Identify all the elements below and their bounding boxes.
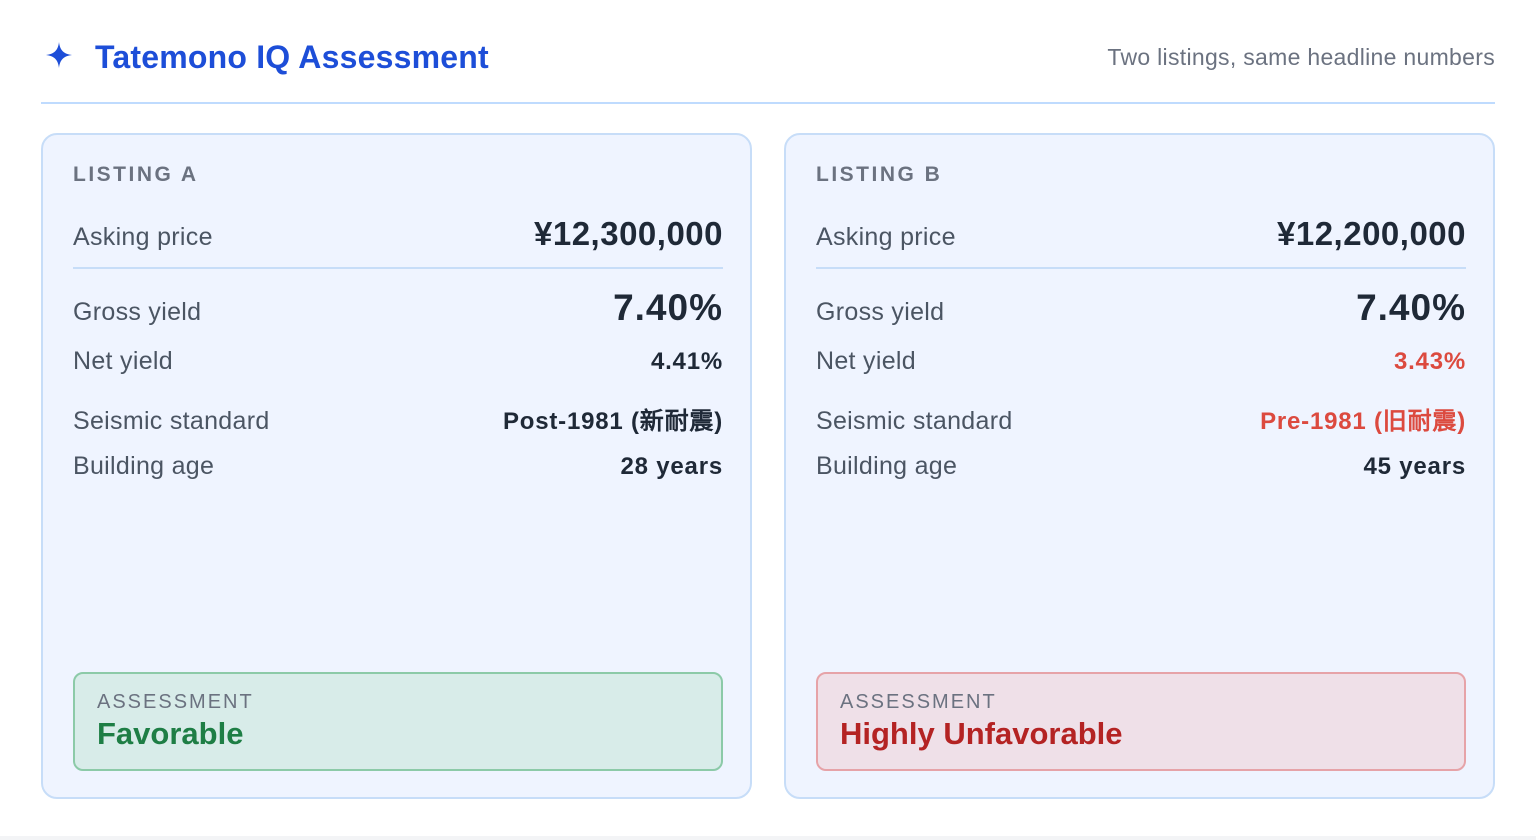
net-yield-value: 3.43% — [1393, 348, 1466, 375]
header-subtitle: Two listings, same headline numbers — [1107, 43, 1495, 70]
gross-yield-label: Gross yield — [816, 298, 945, 326]
assessment-value: Highly Unfavorable — [840, 716, 1123, 751]
header-divider — [41, 102, 1495, 104]
gross-yield-value: 7.40% — [1356, 287, 1466, 328]
price-divider — [816, 267, 1466, 269]
net-yield-row: Net yield 3.43% — [816, 347, 1466, 376]
sparkle-icon — [45, 41, 73, 69]
seismic-standard-row: Seismic standard Pre-1981 (旧耐震) — [816, 401, 1466, 436]
header: Tatemono IQ Assessment Two listings, sam… — [41, 30, 1495, 84]
net-yield-value: 4.41% — [650, 348, 723, 375]
assessment-box-unfavorable: ASSESSMENT Highly Unfavorable — [816, 672, 1466, 771]
gross-yield-label: Gross yield — [73, 298, 202, 326]
net-yield-label: Net yield — [816, 347, 916, 375]
asking-price-row: Asking price ¥12,300,000 — [73, 215, 723, 253]
assessment-box-favorable: ASSESSMENT Favorable — [73, 672, 723, 771]
assessment-label: ASSESSMENT — [840, 691, 997, 713]
seismic-standard-value: Pre-1981 (旧耐震) — [1260, 408, 1466, 435]
building-age-value: 45 years — [1363, 453, 1466, 480]
gross-yield-row: Gross yield 7.40% — [816, 287, 1466, 329]
asking-price-label: Asking price — [73, 223, 213, 251]
listing-card-b: LISTING B Asking price ¥12,200,000 Gross… — [784, 133, 1495, 799]
net-yield-label: Net yield — [73, 347, 173, 375]
header-title-group: Tatemono IQ Assessment — [41, 39, 489, 76]
asking-price-label: Asking price — [816, 223, 956, 251]
assessment-label: ASSESSMENT — [97, 691, 254, 713]
app-title: Tatemono IQ Assessment — [95, 38, 489, 75]
building-age-row: Building age 45 years — [816, 452, 1466, 481]
listing-card-a: LISTING A Asking price ¥12,300,000 Gross… — [41, 133, 752, 799]
gross-yield-row: Gross yield 7.40% — [73, 287, 723, 329]
seismic-standard-label: Seismic standard — [73, 407, 270, 435]
seismic-standard-label: Seismic standard — [816, 407, 1013, 435]
net-yield-row: Net yield 4.41% — [73, 347, 723, 376]
asking-price-value: ¥12,200,000 — [1276, 215, 1466, 252]
price-divider — [73, 267, 723, 269]
assessment-value: Favorable — [97, 716, 244, 751]
assessment-page: Tatemono IQ Assessment Two listings, sam… — [0, 0, 1536, 840]
listing-label: LISTING A — [73, 163, 199, 186]
asking-price-row: Asking price ¥12,200,000 — [816, 215, 1466, 253]
bottom-edge — [0, 836, 1536, 840]
seismic-standard-row: Seismic standard Post-1981 (新耐震) — [73, 401, 723, 436]
listing-label: LISTING B — [816, 163, 943, 186]
gross-yield-value: 7.40% — [613, 287, 723, 328]
building-age-label: Building age — [73, 452, 215, 480]
building-age-row: Building age 28 years — [73, 452, 723, 481]
asking-price-value: ¥12,300,000 — [533, 215, 723, 252]
building-age-label: Building age — [816, 452, 958, 480]
seismic-standard-value: Post-1981 (新耐震) — [502, 408, 723, 435]
building-age-value: 28 years — [620, 453, 723, 480]
